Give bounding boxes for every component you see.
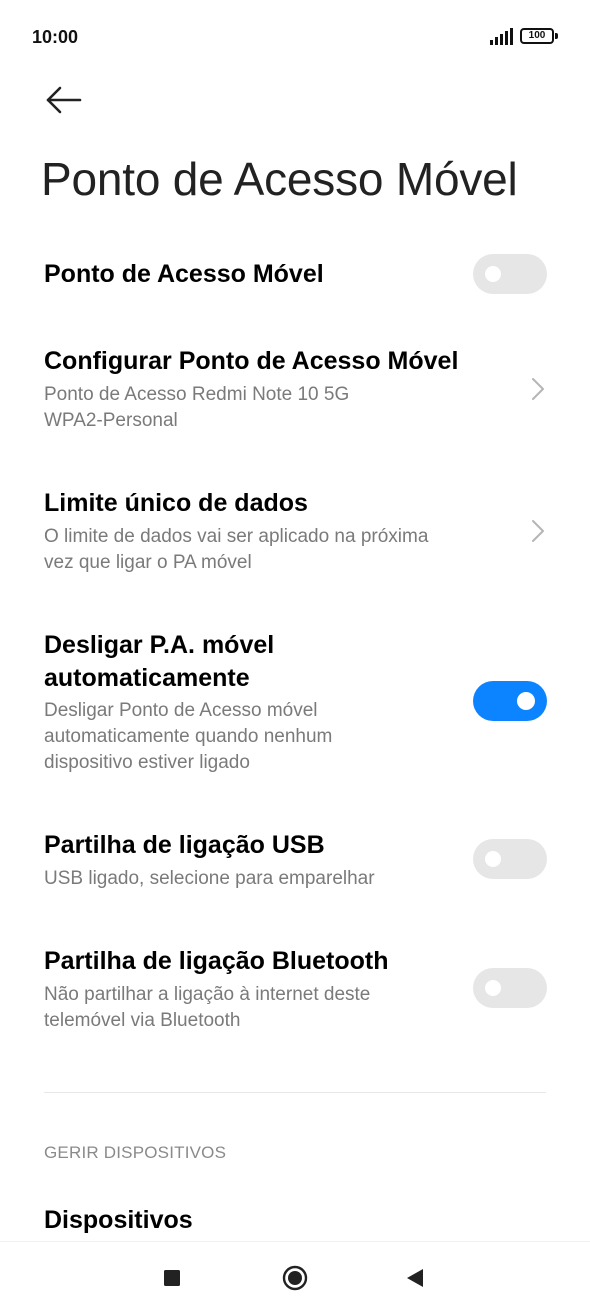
toggle-knob xyxy=(485,266,501,282)
setting-configure-hotspot[interactable]: Configurar Ponto de Acesso Móvel Ponto d… xyxy=(0,340,590,440)
back-triangle-icon[interactable] xyxy=(401,1264,429,1292)
signal-icon xyxy=(490,28,513,45)
toggle-knob xyxy=(485,980,501,996)
setting-title: Configurar Ponto de Acesso Móvel xyxy=(44,347,459,375)
setting-auto-off[interactable]: Desligar P.A. móvel automaticamente Desl… xyxy=(0,626,590,786)
battery-tip xyxy=(555,33,558,39)
setting-title: Limite único de dados xyxy=(44,489,308,517)
setting-title: Ponto de Acesso Móvel xyxy=(44,260,324,288)
section-divider xyxy=(44,1092,546,1093)
navigation-bar xyxy=(0,1241,590,1313)
setting-subtitle-line: Não partilhar a ligação à internet deste xyxy=(44,984,371,1005)
auto-off-toggle[interactable] xyxy=(473,681,547,721)
status-time: 10:00 xyxy=(32,27,79,47)
toggle-knob xyxy=(485,851,501,867)
setting-subtitle-line: dispositivo estiver ligado xyxy=(44,752,250,773)
chevron-right-icon xyxy=(532,378,544,400)
hotspot-toggle[interactable] xyxy=(473,254,547,294)
setting-title: Partilha de ligação Bluetooth xyxy=(44,947,389,975)
chevron-right-icon xyxy=(532,520,544,542)
setting-title-line: automaticamente xyxy=(44,664,250,692)
setting-subtitle-line: telemóvel via Bluetooth xyxy=(44,1010,241,1031)
bluetooth-tethering-toggle[interactable] xyxy=(473,968,547,1008)
section-label: GERIR DISPOSITIVOS xyxy=(44,1143,227,1162)
page-title: Ponto de Acesso Móvel xyxy=(41,153,518,205)
setting-bluetooth-tethering[interactable]: Partilha de ligação Bluetooth Não partil… xyxy=(0,942,590,1042)
devices-item[interactable]: Dispositivos xyxy=(44,1206,193,1235)
setting-subtitle-line: O limite de dados vai ser aplicado na pr… xyxy=(44,526,429,547)
setting-title-line: Desligar P.A. móvel xyxy=(44,631,275,659)
setting-usb-tethering[interactable]: Partilha de ligação USB USB ligado, sele… xyxy=(0,826,590,896)
setting-subtitle-line: automaticamente quando nenhum xyxy=(44,726,333,747)
setting-hotspot[interactable]: Ponto de Acesso Móvel xyxy=(0,250,590,300)
setting-title: Partilha de ligação USB xyxy=(44,831,325,859)
arrow-left-icon[interactable] xyxy=(44,82,84,118)
setting-subtitle: USB ligado, selecione para emparelhar xyxy=(44,868,375,889)
setting-subtitle-line: Desligar Ponto de Acesso móvel xyxy=(44,700,318,721)
recents-square-icon[interactable] xyxy=(158,1264,186,1292)
home-circle-icon[interactable] xyxy=(281,1264,309,1292)
status-bar: 10:00 100 xyxy=(0,0,590,72)
usb-tethering-toggle[interactable] xyxy=(473,839,547,879)
battery-level: 100 xyxy=(528,30,546,41)
setting-subtitle-line: WPA2-Personal xyxy=(44,410,178,431)
toggle-knob xyxy=(517,692,535,710)
setting-subtitle-line: vez que ligar o PA móvel xyxy=(44,552,252,573)
setting-subtitle-line: Ponto de Acesso Redmi Note 10 5G xyxy=(44,384,350,405)
battery-icon: 100 xyxy=(520,28,554,44)
setting-data-limit[interactable]: Limite único de dados O limite de dados … xyxy=(0,484,590,584)
